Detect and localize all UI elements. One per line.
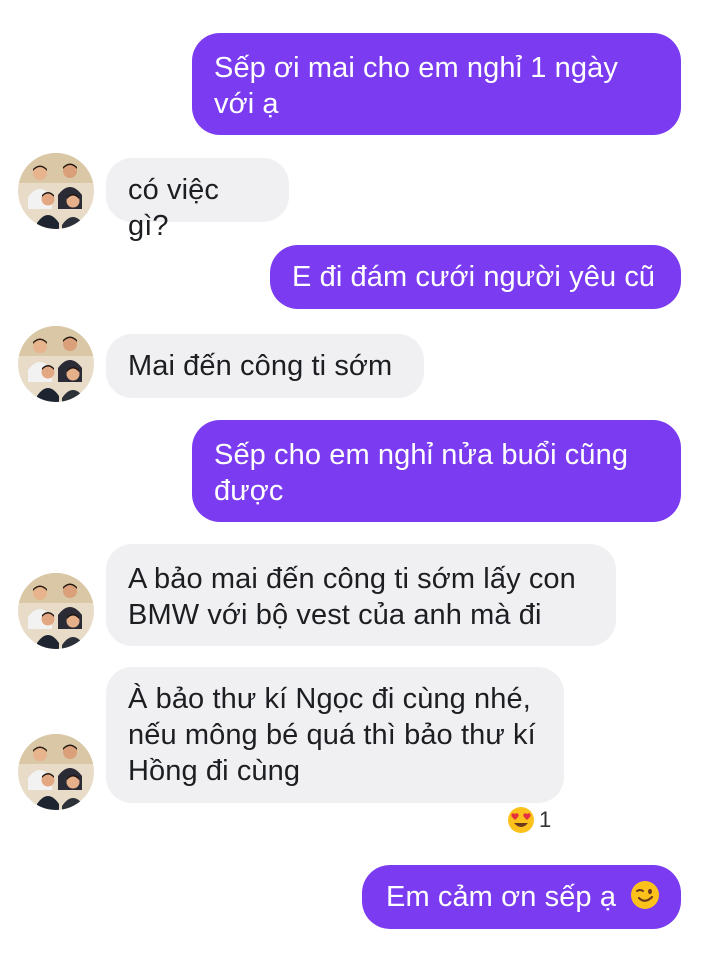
message-reaction[interactable]: 1	[507, 805, 559, 835]
group-photo-avatar	[18, 326, 94, 402]
avatar[interactable]	[18, 734, 94, 810]
group-photo-avatar	[18, 573, 94, 649]
message-bubble-received[interactable]: Mai đến công ti sớm	[106, 334, 424, 398]
avatar[interactable]	[18, 326, 94, 402]
reaction-count: 1	[539, 807, 552, 832]
message-bubble-sent[interactable]: Sếp ơi mai cho em nghỉ 1 ngày với ạ	[192, 33, 681, 135]
message-text: Sếp cho em nghỉ nửa buổi cũng được	[214, 439, 629, 507]
avatar[interactable]	[18, 573, 94, 649]
message-bubble-received[interactable]: có việc gì?	[106, 158, 289, 242]
group-photo-avatar	[18, 153, 94, 229]
message-bubble-sent[interactable]: Em cảm ơn sếp ạ	[362, 865, 681, 929]
group-photo-avatar	[18, 734, 94, 810]
message-bubble-sent[interactable]: E đi đám cưới người yêu cũ	[270, 245, 681, 309]
message-text: E đi đám cưới người yêu cũ	[292, 261, 656, 293]
message-text: A bảo mai đến công ti sớm lấy con BMW vớ…	[128, 563, 576, 631]
message-bubble-received[interactable]: A bảo mai đến công ti sớm lấy con BMW vớ…	[106, 544, 616, 646]
message-bubble-sent[interactable]: Sếp cho em nghỉ nửa buổi cũng được	[192, 420, 681, 522]
message-text: À bảo thư kí Ngọc đi cùng nhé, nếu mông …	[128, 683, 536, 787]
avatar[interactable]	[18, 153, 94, 229]
heart-eyes-emoji-icon	[508, 807, 534, 833]
message-bubble-received[interactable]: À bảo thư kí Ngọc đi cùng nhé, nếu mông …	[106, 667, 564, 803]
winking-smile-emoji-icon	[631, 881, 660, 910]
message-text: Mai đến công ti sớm	[128, 350, 393, 382]
message-text: có việc gì?	[128, 174, 219, 242]
message-text: Em cảm ơn sếp ạ	[386, 881, 617, 913]
message-text: Sếp ơi mai cho em nghỉ 1 ngày với ạ	[214, 52, 618, 120]
